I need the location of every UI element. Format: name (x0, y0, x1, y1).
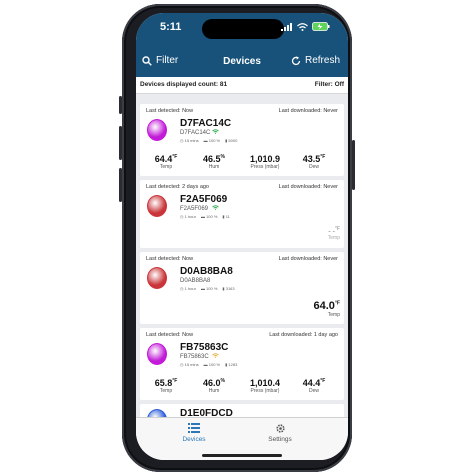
device-status-dot (147, 267, 167, 289)
last-detected: Last detected: Now (146, 108, 194, 114)
metric-hum: 46.0% Hum (203, 378, 225, 394)
settings-gear-icon (275, 424, 285, 433)
battery-text: ▬ 100 % (203, 362, 221, 367)
device-meta: ◷ 15 mins ▬ 100 % ▮ 5000 (180, 138, 237, 143)
metric-hum: 46.5% Hum (203, 154, 225, 170)
home-indicator (202, 454, 282, 457)
wifi-icon (212, 129, 219, 134)
signal-icon (281, 22, 292, 31)
last-downloaded: Last downloaded: Never (278, 184, 338, 190)
metric-dew: 43.5°F Dew (302, 154, 326, 170)
device-card[interactable]: Last detected: Now Last downloaded: Neve… (140, 104, 344, 176)
metric-press: 1,010.9 Press (mbar) (249, 154, 281, 170)
last-detected: Last detected: Now (146, 332, 194, 338)
status-icons (281, 22, 330, 31)
battery-text: ▬ 100 % (200, 214, 218, 219)
status-bar: 5:11 (136, 13, 348, 47)
device-card[interactable]: Last detected: Now Last downloaded: 1 da… (140, 328, 344, 400)
device-count: Devices displayed count: 81 (140, 81, 228, 88)
wifi-status-icon (297, 22, 308, 31)
device-card[interactable]: Last detected: 2 days ago Last downloade… (140, 180, 344, 248)
refresh-icon (291, 55, 301, 65)
device-status-dot (147, 343, 167, 365)
last-detected: Last detected: 2 days ago (146, 184, 209, 190)
filter-status[interactable]: Filter: Off (315, 81, 344, 88)
dynamic-island (202, 19, 284, 39)
device-id: F2A5F069 (180, 206, 209, 212)
device-id: D7FAC14C (180, 130, 211, 136)
tab-settings-label: Settings (268, 436, 292, 443)
device-name: FB75863C (180, 342, 229, 353)
battery-charging-icon (312, 22, 330, 31)
device-status-dot (147, 119, 167, 141)
device-card[interactable]: Last detected: Now Last downloaded: Neve… (140, 252, 344, 324)
app-screen: 5:11 Filter Devices Refresh Devices disp… (136, 13, 348, 460)
device-status-dot (147, 409, 167, 417)
last-detected: Last detected: Now (146, 256, 194, 262)
interval-text: ◷ 15 mins (180, 362, 199, 367)
device-list[interactable]: Last detected: Now Last downloaded: Neve… (136, 94, 348, 417)
last-downloaded: Last downloaded: 1 day ago (269, 332, 338, 338)
records-text: ▮ 1283 (225, 362, 238, 367)
power-button (352, 140, 355, 190)
refresh-label: Refresh (304, 55, 340, 66)
status-time: 5:11 (160, 21, 182, 33)
device-status-dot (147, 195, 167, 217)
tab-settings[interactable]: Settings (250, 423, 310, 443)
metric-press: 1,010.4 Press (mbar) (249, 378, 281, 394)
interval-text: ◷ 1 hour (180, 286, 196, 291)
tab-devices-label: Devices (182, 436, 206, 443)
metric-temp: - -°F Temp (327, 226, 340, 242)
interval-text: ◷ 15 mins (180, 138, 199, 143)
refresh-button[interactable]: Refresh (291, 55, 340, 66)
device-meta: ◷ 15 mins ▬ 100 % ▮ 1283 (180, 362, 237, 367)
device-meta: ◷ 1 hour ▬ 100 % ▮ 3163 (180, 286, 235, 291)
metric-temp: 65.8°F Temp (154, 378, 178, 394)
devices-list-icon (188, 423, 200, 433)
device-name: D1E0FDCD (180, 408, 233, 417)
device-id: D0AB8BA8 (180, 278, 211, 284)
records-text: ▮ 11 (222, 214, 230, 219)
last-downloaded: Last downloaded: Never (278, 256, 338, 262)
volume-up-button (119, 126, 122, 160)
metric-dew: 44.4°F Dew (302, 378, 326, 394)
device-meta: ◷ 1 hour ▬ 100 % ▮ 11 (180, 214, 230, 219)
device-name: D7FAC14C (180, 118, 232, 129)
battery-text: ▬ 100 % (200, 286, 218, 291)
wifi-icon (212, 353, 219, 358)
last-downloaded: Last downloaded: Never (278, 108, 338, 114)
metric-temp: 64.0°F Temp (313, 300, 340, 318)
mute-switch (119, 96, 122, 114)
device-name: D0AB8BA8 (180, 266, 233, 277)
volume-down-button (119, 168, 122, 202)
summary-bar: Devices displayed count: 81 Filter: Off (136, 77, 348, 94)
interval-text: ◷ 1 hour (180, 214, 196, 219)
records-text: ▮ 5000 (225, 138, 238, 143)
app-header: Filter Devices Refresh (136, 47, 348, 77)
device-card[interactable]: D1E0FDCD (140, 404, 344, 417)
metric-temp: 64.4°F Temp (154, 154, 178, 170)
tab-devices[interactable]: Devices (164, 423, 224, 443)
device-id: FB75863C (180, 354, 209, 360)
wifi-icon (212, 205, 219, 210)
tab-bar: Devices Settings (136, 417, 348, 460)
device-name: F2A5F069 (180, 194, 228, 205)
records-text: ▮ 3163 (222, 286, 235, 291)
battery-text: ▬ 100 % (203, 138, 221, 143)
